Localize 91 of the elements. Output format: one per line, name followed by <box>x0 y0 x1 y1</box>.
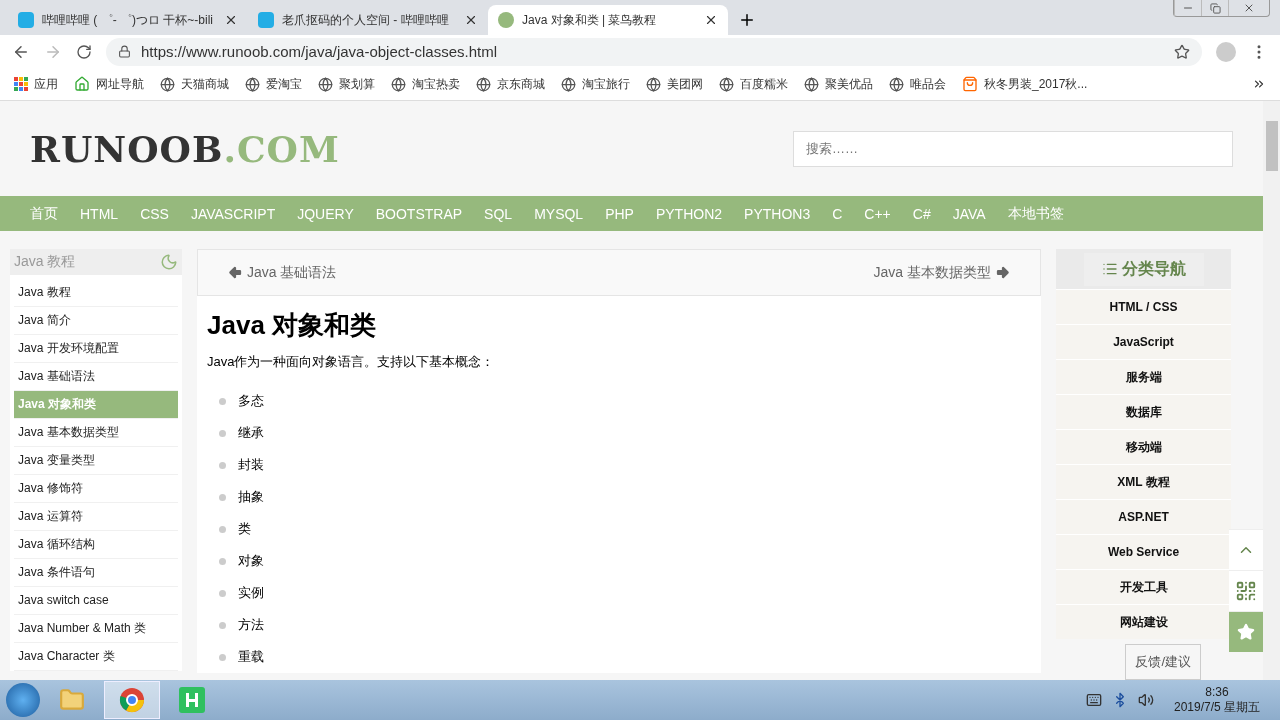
bullet-icon <box>219 461 226 469</box>
globe-icon <box>245 76 260 92</box>
globe-icon <box>719 76 734 92</box>
category-link[interactable]: 服务端 <box>1056 359 1231 394</box>
feedback-tooltip[interactable]: 反馈/建议 <box>1125 644 1201 680</box>
sidebar-title: Java 教程 <box>14 253 76 271</box>
bullet-icon <box>219 429 226 437</box>
favicon-icon <box>498 12 514 28</box>
search-field[interactable]: 搜索…… <box>793 130 1233 167</box>
intro-text: Java作为一种面向对象语言。支持以下基本概念： <box>207 353 496 371</box>
bullet-icon <box>219 621 226 629</box>
category-title: 分类导航 <box>1121 258 1186 279</box>
next-link[interactable]: Java 基本数据类型 <box>873 263 1010 282</box>
globe-icon <box>318 76 333 92</box>
new-tab-icon[interactable] <box>738 11 756 29</box>
bookmark-link[interactable]: 聚美优品 <box>825 75 873 93</box>
bookmark-link[interactable]: 京东商城 <box>497 75 545 93</box>
bookmark-link[interactable]: 秋冬男装_2017秋... <box>984 75 1088 93</box>
scrollbar[interactable] <box>1263 101 1280 680</box>
browser-tab[interactable]: 老爪抠码的个人空间 - 哔哩哔哩 <box>248 5 488 35</box>
editor-app-icon <box>179 687 205 713</box>
arrow-right-icon <box>995 265 1010 280</box>
browser-tab[interactable]: 哔哩哔哩 ( ゜- ゜)つロ 干杯~-bili <box>8 5 248 35</box>
bullet-icon <box>219 493 226 501</box>
clock[interactable]: 8:36 2019/7/5 星期五 <box>1173 684 1260 716</box>
reload-icon[interactable] <box>76 43 92 60</box>
globe-icon <box>646 76 661 92</box>
bullet-icon <box>219 397 226 405</box>
favorite-button[interactable] <box>1229 611 1263 652</box>
apps-icon <box>14 77 28 91</box>
lock-icon <box>118 45 131 58</box>
globe-icon <box>804 76 819 92</box>
category-link[interactable]: 移动端 <box>1056 429 1231 464</box>
concept-item: 封装 <box>238 456 264 474</box>
bookmark-link[interactable]: 天猫商城 <box>181 75 229 93</box>
bookmark-link[interactable]: 应用 <box>34 75 58 93</box>
category-link[interactable]: 数据库 <box>1056 394 1231 429</box>
close-icon[interactable] <box>704 13 718 27</box>
bookmark-link[interactable]: 唯品会 <box>910 75 946 93</box>
site-logo[interactable]: RUNOOB.COM <box>30 127 340 170</box>
concept-item: 重载 <box>238 648 264 666</box>
bookmark-link[interactable]: 网址导航 <box>96 75 144 93</box>
concept-item: 对象 <box>238 552 264 570</box>
concept-item: 抽象 <box>238 488 264 506</box>
category-link[interactable]: HTML / CSS <box>1056 289 1231 324</box>
qr-code-icon <box>1235 580 1257 602</box>
close-icon[interactable] <box>464 13 478 27</box>
star-icon <box>1237 623 1255 641</box>
bullet-icon <box>219 557 226 565</box>
url-text: https://www.runoob.com/java/java-object-classes.html <box>141 43 498 60</box>
favicon-icon <box>18 12 34 28</box>
start-button[interactable] <box>6 683 40 717</box>
keyboard-icon[interactable] <box>1085 692 1102 708</box>
concept-item: 多态 <box>238 392 264 410</box>
browser-icon <box>119 687 145 713</box>
bullet-icon <box>219 589 226 597</box>
browser-tab[interactable]: Java 对象和类 | 菜鸟教程 <box>488 5 728 35</box>
close-icon[interactable] <box>224 13 238 27</box>
bookmark-link[interactable]: 聚划算 <box>339 75 375 93</box>
bookmark-link[interactable]: 淘宝热卖 <box>412 75 460 93</box>
previous-link[interactable]: Java 基础语法 <box>228 263 337 282</box>
globe-icon <box>391 76 406 92</box>
category-link[interactable]: JavaScript <box>1056 324 1231 359</box>
article-title: Java 对象和类 <box>207 309 378 342</box>
concept-item: 方法 <box>238 616 264 634</box>
concept-item: 继承 <box>238 424 264 442</box>
taskbar-app[interactable] <box>104 681 160 719</box>
volume-icon[interactable] <box>1137 692 1154 708</box>
globe-icon <box>160 76 175 92</box>
folder-icon <box>59 687 85 713</box>
category-link[interactable]: ASP.NET <box>1056 499 1231 534</box>
list-icon <box>1101 261 1118 277</box>
globe-icon <box>561 76 576 92</box>
address-bar[interactable]: https://www.runoob.com/java/java-object-classes.html <box>106 37 1202 66</box>
house-icon <box>74 76 90 92</box>
concept-item: 实例 <box>238 584 264 602</box>
more-bookmarks-icon[interactable] <box>1252 77 1266 91</box>
favicon-icon <box>258 12 274 28</box>
bookmark-star-icon[interactable] <box>1174 43 1190 60</box>
globe-icon <box>476 76 491 92</box>
concept-item: 类 <box>238 520 251 538</box>
arrow-left-icon <box>228 265 243 280</box>
category-link[interactable]: XML 教程 <box>1056 464 1231 499</box>
bookmark-link[interactable]: 爱淘宝 <box>266 75 302 93</box>
bookmark-link[interactable]: 淘宝旅行 <box>582 75 630 93</box>
bookmark-link[interactable]: 百度糯米 <box>740 75 788 93</box>
bookmark-link[interactable]: 美团网 <box>667 75 703 93</box>
shop-icon <box>962 76 978 92</box>
bullet-icon <box>219 525 226 533</box>
bullet-icon <box>219 653 226 661</box>
globe-icon <box>889 76 904 92</box>
